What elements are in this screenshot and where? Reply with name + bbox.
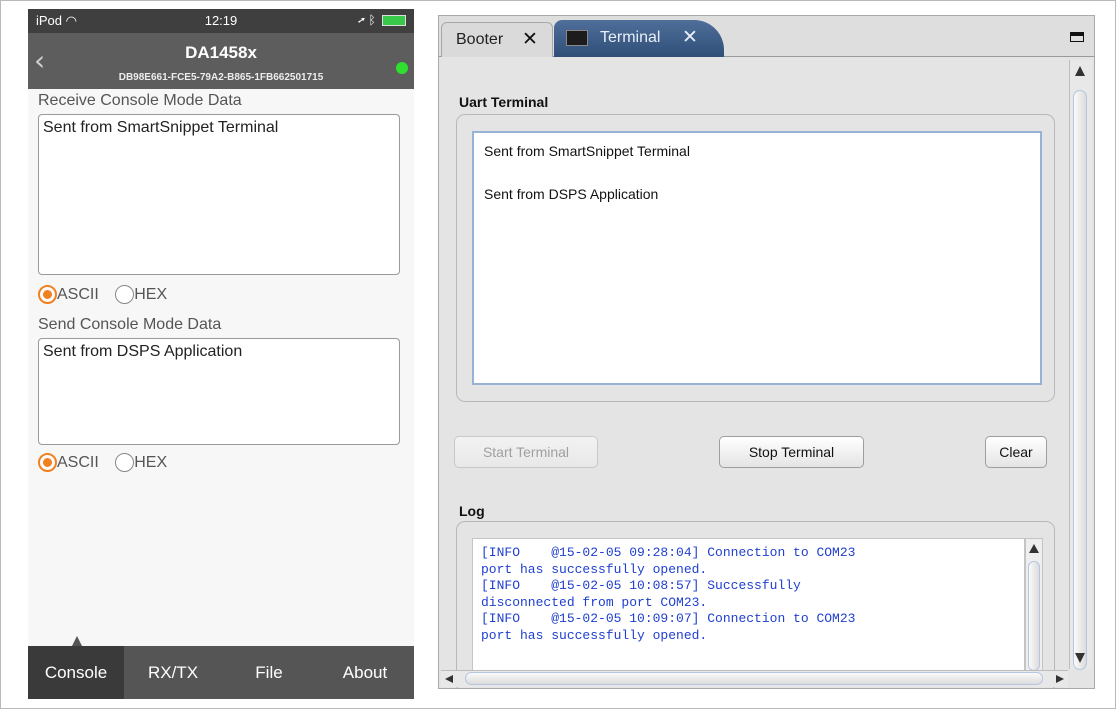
battery-icon	[382, 15, 406, 27]
send-ascii-radio[interactable]	[38, 453, 57, 472]
scroll-down-icon[interactable]	[1075, 653, 1085, 663]
connection-status-icon	[396, 62, 408, 74]
receive-textarea[interactable]: Sent from SmartSnippet Terminal	[38, 114, 400, 275]
tab-console[interactable]: Console	[28, 646, 124, 699]
scroll-up-icon[interactable]	[1029, 544, 1039, 553]
send-format-group: ASCII HEX	[38, 453, 179, 477]
start-terminal-button[interactable]: Start Terminal	[454, 436, 598, 468]
scroll-right-icon[interactable]	[1056, 675, 1064, 683]
uart-terminal-label: Uart Terminal	[459, 94, 549, 110]
location-icon: ➚	[357, 13, 366, 27]
tab-about[interactable]: About	[316, 646, 414, 699]
tab-booter[interactable]: Booter ✕	[441, 22, 553, 57]
uart-line: Sent from SmartSnippet Terminal	[484, 143, 690, 159]
tab-strip: Booter ✕ Terminal ✕	[439, 16, 1094, 57]
receive-format-group: ASCII HEX	[38, 285, 179, 309]
phone-screen: iPod ◠ 12:19 ➚ ᛒ ‹ DA1458x DB98E661-FCE5…	[28, 9, 414, 699]
log-label: Log	[459, 503, 485, 519]
scroll-up-icon[interactable]	[1075, 66, 1085, 76]
nav-bar: ‹ DA1458x DB98E661-FCE5-79A2-B865-1FB662…	[28, 33, 414, 89]
terminal-icon	[566, 30, 588, 46]
uart-terminal-output[interactable]: Sent from SmartSnippet Terminal Sent fro…	[472, 131, 1042, 385]
log-scroll-thumb[interactable]	[1028, 561, 1040, 671]
close-icon[interactable]: ✕	[682, 26, 698, 49]
horizontal-scroll-thumb[interactable]	[465, 672, 1043, 685]
device-title: DA1458x	[185, 43, 257, 62]
receive-hex-radio[interactable]	[115, 285, 135, 304]
maximize-icon[interactable]	[1070, 32, 1084, 42]
uart-line: Sent from DSPS Application	[484, 186, 659, 202]
tab-booter-label: Booter	[456, 31, 504, 48]
log-scrollbar[interactable]	[1025, 538, 1043, 678]
active-tab-indicator	[72, 636, 82, 646]
uart-terminal-panel: Sent from SmartSnippet Terminal Sent fro…	[456, 114, 1055, 402]
close-icon[interactable]: ✕	[522, 28, 538, 51]
scroll-left-icon[interactable]	[445, 675, 453, 683]
vertical-scrollbar[interactable]	[1069, 60, 1092, 670]
send-textarea[interactable]: Sent from DSPS Application	[38, 338, 400, 445]
receive-label: Receive Console Mode Data	[38, 92, 242, 109]
send-hex-label: HEX	[134, 453, 168, 471]
tab-bar: Console RX/TX File About	[28, 646, 414, 699]
send-hex-radio[interactable]	[115, 453, 135, 472]
bluetooth-icon: ᛒ	[368, 13, 376, 27]
send-label: Send Console Mode Data	[38, 316, 222, 333]
receive-hex-label: HEX	[134, 285, 168, 303]
tab-terminal-label: Terminal	[600, 29, 661, 46]
log-output[interactable]: [INFO @15-02-05 09:28:04] Connection to …	[472, 538, 1025, 678]
stop-terminal-button[interactable]: Stop Terminal	[719, 436, 864, 468]
device-uuid: DB98E661-FCE5-79A2-B865-1FB662501715	[118, 72, 324, 83]
vertical-scroll-thumb[interactable]	[1073, 90, 1087, 670]
status-bar: iPod ◠ 12:19 ➚ ᛒ	[28, 9, 414, 33]
receive-ascii-radio[interactable]	[38, 285, 57, 304]
receive-ascii-label: ASCII	[57, 285, 99, 303]
tab-terminal[interactable]: Terminal ✕	[554, 20, 724, 57]
clear-button[interactable]: Clear	[985, 436, 1047, 468]
smartsnippet-window: Booter ✕ Terminal ✕ Uart Terminal Sent f…	[438, 15, 1095, 689]
log-panel: [INFO @15-02-05 09:28:04] Connection to …	[456, 521, 1055, 688]
tab-rx-tx[interactable]: RX/TX	[124, 646, 222, 699]
send-ascii-label: ASCII	[57, 453, 99, 471]
status-time: 12:19	[204, 13, 238, 28]
status-icons: ➚ ᛒ	[358, 13, 406, 27]
tab-file[interactable]: File	[222, 646, 316, 699]
horizontal-scrollbar[interactable]	[441, 670, 1068, 687]
